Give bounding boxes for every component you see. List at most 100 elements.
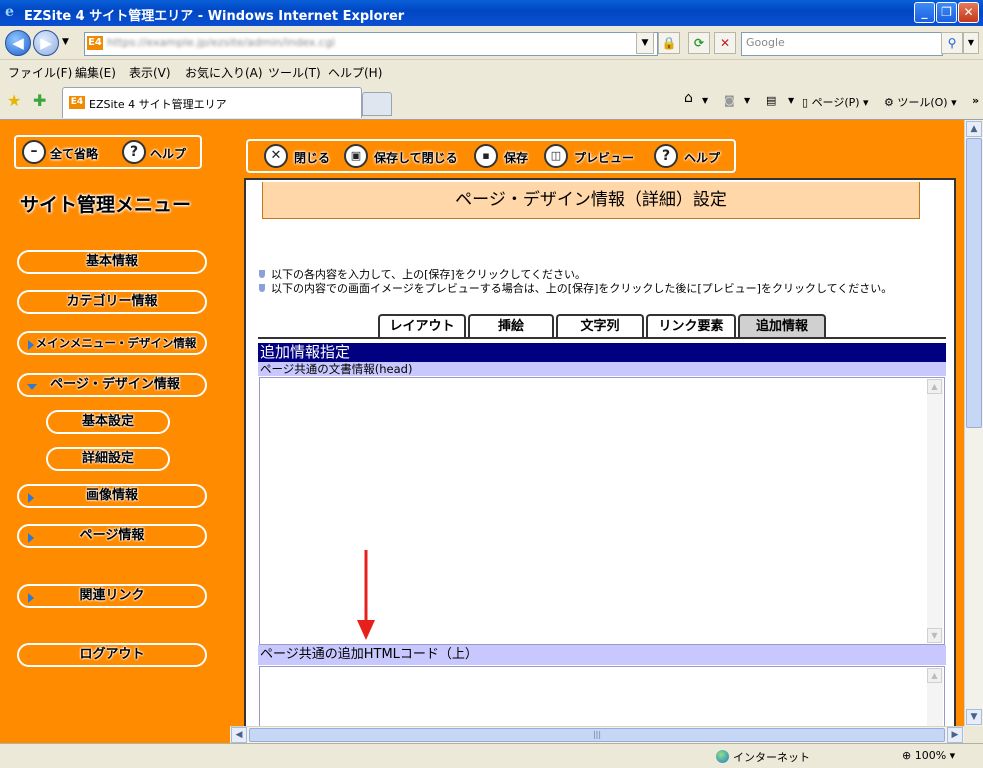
tab-additional-info[interactable]: 追加情報 [738,314,826,338]
tab-favicon: E4 [69,96,85,109]
scroll-up-icon[interactable]: ▲ [927,668,942,683]
lock-icon[interactable]: 🔒 [658,32,680,54]
sidebar-item-image-info[interactable]: 画像情報 [17,484,207,508]
stop-icon[interactable]: ✕ [714,32,736,54]
additional-html-top-textarea[interactable]: ▲ [259,666,945,726]
textarea-scrollbar[interactable]: ▲ [927,668,943,726]
expand-arrow-icon [28,533,34,543]
site-favicon: E4 [87,36,103,50]
scroll-up-icon[interactable]: ▲ [966,121,982,137]
sidebar-item-page-info[interactable]: ページ情報 [17,524,207,548]
globe-icon [716,750,729,763]
menu-help[interactable]: ヘルプ(H) [328,64,382,81]
address-url: https://example.jp/ezsite/admin/index.cg… [107,36,335,49]
window-title-bar: e EZSite 4 サイト管理エリア - Windows Internet E… [0,0,983,26]
forward-button[interactable]: ▶ [33,30,59,56]
security-zone: インターネット [716,749,810,765]
feeds-dropdown-icon[interactable]: ▼ [744,96,750,105]
tab-layout[interactable]: レイアウト [378,314,466,338]
collapse-all-icon[interactable]: – [22,140,46,164]
sidebar-item-page-design[interactable]: ページ・デザイン情報 [17,373,207,397]
close-icon[interactable]: ✕ [264,144,288,168]
tab-bar: ★ ✚ E4 EZSite 4 サイト管理エリア ⌂ ▼ ◙ ▼ ▤ ▼ ▯ ペ… [0,84,983,120]
scroll-thumb[interactable] [966,138,982,428]
tools-menu[interactable]: ⚙ ツール(O) ▾ [884,94,957,110]
instruction-note: 以下の内容での画面イメージをプレビューする場合は、上の[保存]をクリックした後に… [259,280,892,296]
sidebar-item-label: 詳細設定 [81,451,134,466]
search-options-icon[interactable]: ▼ [963,32,979,54]
annotation-arrow-icon [357,550,375,640]
close-window-button[interactable]: ✕ [958,2,979,23]
menu-favorites[interactable]: お気に入り(A) [185,64,263,81]
tab-strings[interactable]: 文字列 [556,314,644,338]
section-header: 追加情報指定 [258,343,946,362]
close-button[interactable]: 閉じる [294,149,330,166]
minimize-button[interactable]: _ [914,2,935,23]
scroll-down-icon[interactable]: ▼ [966,709,982,725]
favorites-star-icon[interactable]: ★ [7,91,21,110]
address-dropdown-icon[interactable]: ▼ [636,32,654,54]
scroll-right-icon[interactable]: ▶ [947,727,963,743]
sidebar-item-category-info[interactable]: カテゴリー情報 [17,290,207,314]
tab-ezsite[interactable]: E4 EZSite 4 サイト管理エリア [62,87,362,118]
help-icon[interactable]: ? [122,140,146,164]
print-dropdown-icon[interactable]: ▼ [788,96,794,105]
print-icon[interactable]: ▤ [766,94,776,107]
search-icon[interactable]: ⚲ [941,32,963,54]
sidebar-item-main-menu-design[interactable]: メインメニュー・デザイン情報 [17,331,207,355]
home-icon[interactable]: ⌂ [684,90,693,106]
save-icon[interactable]: ▪ [474,144,498,168]
zoom-control[interactable]: ⊕ 100% ▾ [902,749,955,762]
feeds-icon[interactable]: ◙ [724,94,735,107]
menu-view[interactable]: 表示(V) [129,64,171,81]
content-frame: ページ・デザイン情報（詳細）設定 以下の各内容を入力して、上の[保存]をクリック… [244,178,956,726]
restore-button[interactable]: ❐ [936,2,957,23]
sidebar-subitem-detail-settings[interactable]: 詳細設定 [46,447,170,471]
page-horizontal-scrollbar[interactable]: ◀ ||| ▶ [230,726,964,743]
ie-logo-icon: e [5,4,14,20]
scroll-left-icon[interactable]: ◀ [231,727,247,743]
sidebar-help-button[interactable]: ヘルプ [150,145,186,162]
page-vertical-scrollbar[interactable]: ▲ ▼ [964,120,983,726]
back-button[interactable]: ◀ [5,30,31,56]
page-menu[interactable]: ▯ ページ(P) ▾ [802,94,869,110]
textarea-scrollbar[interactable]: ▲ ▼ [927,379,943,643]
collapse-all-button[interactable]: 全て省略 [50,145,98,162]
sidebar-item-logout[interactable]: ログアウト [17,643,207,667]
tab-label: EZSite 4 サイト管理エリア [89,98,227,111]
help-icon[interactable]: ? [654,144,678,168]
history-dropdown-icon[interactable]: ▼ [62,37,69,47]
menu-edit[interactable]: 編集(E) [75,64,116,81]
sidebar-item-basic-info[interactable]: 基本情報 [17,250,207,274]
preview-button[interactable]: プレビュー [574,149,634,166]
tab-link-elements[interactable]: リンク要素 [646,314,736,338]
page-area: – 全て省略 ? ヘルプ サイト管理メニュー 基本情報 カテゴリー情報 メインメ… [0,120,964,726]
sidebar-item-label: ページ・デザイン情報 [50,377,180,392]
search-input[interactable]: Google [741,32,943,56]
window-title: EZSite 4 サイト管理エリア - Windows Internet Exp… [24,9,405,24]
save-close-icon[interactable]: ▣ [344,144,368,168]
page-title: ページ・デザイン情報（詳細）設定 [262,182,920,219]
add-favorite-icon[interactable]: ✚ [33,91,46,110]
new-tab-button[interactable] [362,92,392,116]
help-button[interactable]: ヘルプ [684,149,720,166]
home-dropdown-icon[interactable]: ▼ [702,96,708,105]
menu-file[interactable]: ファイル(F) [8,64,72,81]
refresh-icon[interactable]: ⟳ [688,32,710,54]
scroll-thumb[interactable]: ||| [249,728,945,742]
scroll-up-icon[interactable]: ▲ [927,379,942,394]
address-input[interactable]: E4 https://example.jp/ezsite/admin/index… [84,32,658,56]
main-toolbar: ✕ 閉じる ▣ 保存して閉じる ▪ 保存 ◫ プレビュー ? ヘルプ [246,139,736,173]
sidebar-item-label: ページ情報 [79,528,145,543]
preview-icon[interactable]: ◫ [544,144,568,168]
save-close-button[interactable]: 保存して閉じる [374,149,458,166]
sidebar-subitem-basic-settings[interactable]: 基本設定 [46,410,170,434]
menu-tools[interactable]: ツール(T) [268,64,321,81]
sidebar-item-related-links[interactable]: 関連リンク [17,584,207,608]
zoom-level: 100% [914,749,947,762]
tab-illustration[interactable]: 挿絵 [468,314,554,338]
more-commands-icon[interactable]: » [972,94,979,107]
save-button[interactable]: 保存 [504,149,528,166]
head-info-label: ページ共通の文書情報(head) [258,362,946,376]
scroll-down-icon[interactable]: ▼ [927,628,942,643]
